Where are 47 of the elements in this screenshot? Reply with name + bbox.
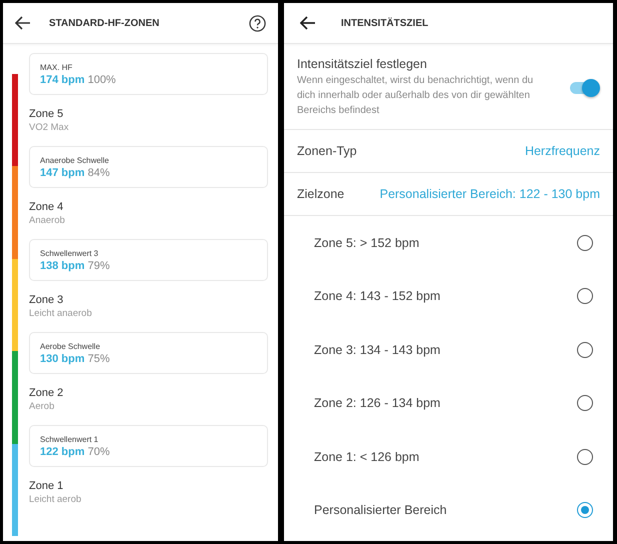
percent-value: 84% xyxy=(88,166,110,178)
zone-option[interactable]: Zone 5: > 152 bpm xyxy=(284,216,613,270)
zone-name: Zone 2 xyxy=(29,387,64,399)
radio-button[interactable] xyxy=(577,448,593,465)
threshold-label: Schwellenwert 3 xyxy=(40,248,100,258)
percent-value: 70% xyxy=(88,446,110,458)
zone-option[interactable]: Zone 4: 143 - 152 bpm xyxy=(284,270,613,323)
percent-value: 79% xyxy=(88,260,110,272)
bpm-value: 122 bpm xyxy=(40,446,85,458)
bpm-value: 147 bpm xyxy=(40,166,85,178)
back-arrow-icon[interactable] xyxy=(300,16,316,30)
screen-title: INTENSITÄTSZIEL xyxy=(341,18,428,28)
screen-title: STANDARD-HF-ZONEN xyxy=(49,18,160,28)
setting-label: Zielzone xyxy=(297,187,344,201)
radio-button[interactable] xyxy=(577,234,593,251)
zone-option[interactable]: Zone 1: < 126 bpm xyxy=(284,430,613,484)
zone-name: Zone 5 xyxy=(29,108,64,120)
zone-description: Anaerob xyxy=(29,215,66,226)
radio-button[interactable] xyxy=(577,288,593,304)
zone-name: Zone 1 xyxy=(29,480,64,492)
threshold-label: Schwellenwert 1 xyxy=(40,434,100,444)
zone-name: Zone 3 xyxy=(29,294,64,306)
zone-description: Leicht anaerob xyxy=(29,308,93,319)
zone-option[interactable]: Personalisierter Bereich xyxy=(284,484,613,537)
zone-option[interactable]: Zone 3: 134 - 143 bpm xyxy=(284,323,613,376)
setting-description: Wenn eingeschaltet, wirst du benachrichtigt, wenn du dich innerhalb oder außerhalb des von dir gewählten Bereichs befindest xyxy=(297,74,534,118)
threshold-label: Aerobe Schwelle xyxy=(40,342,102,350)
setting-label: Zonen-Typ xyxy=(297,144,357,158)
radio-button[interactable] xyxy=(577,502,593,518)
bpm-value: 174 bpm xyxy=(40,74,85,86)
setting-label: Intensitätsziel festlegen xyxy=(297,57,428,71)
back-arrow-icon[interactable] xyxy=(15,16,31,30)
zone-description: Leicht aerob xyxy=(29,494,82,505)
percent-value: 75% xyxy=(88,352,110,364)
threshold-label: Anaerobe Schwelle xyxy=(40,156,110,164)
bpm-value: 138 bpm xyxy=(40,260,85,272)
radio-button[interactable] xyxy=(577,395,593,412)
percent-value: 100% xyxy=(88,74,116,86)
zone-description: VO2 Max xyxy=(29,122,70,133)
zone-name: Zone 4 xyxy=(29,201,64,213)
threshold-label: MAX. HF xyxy=(40,62,74,72)
zone-option[interactable]: Zone 2: 126 - 134 bpm xyxy=(284,376,613,430)
help-icon[interactable] xyxy=(249,14,266,32)
toggle-switch[interactable] xyxy=(570,82,598,94)
zone-description: Aerob xyxy=(29,401,56,412)
bpm-value: 130 bpm xyxy=(40,352,85,364)
radio-button[interactable] xyxy=(577,342,593,358)
